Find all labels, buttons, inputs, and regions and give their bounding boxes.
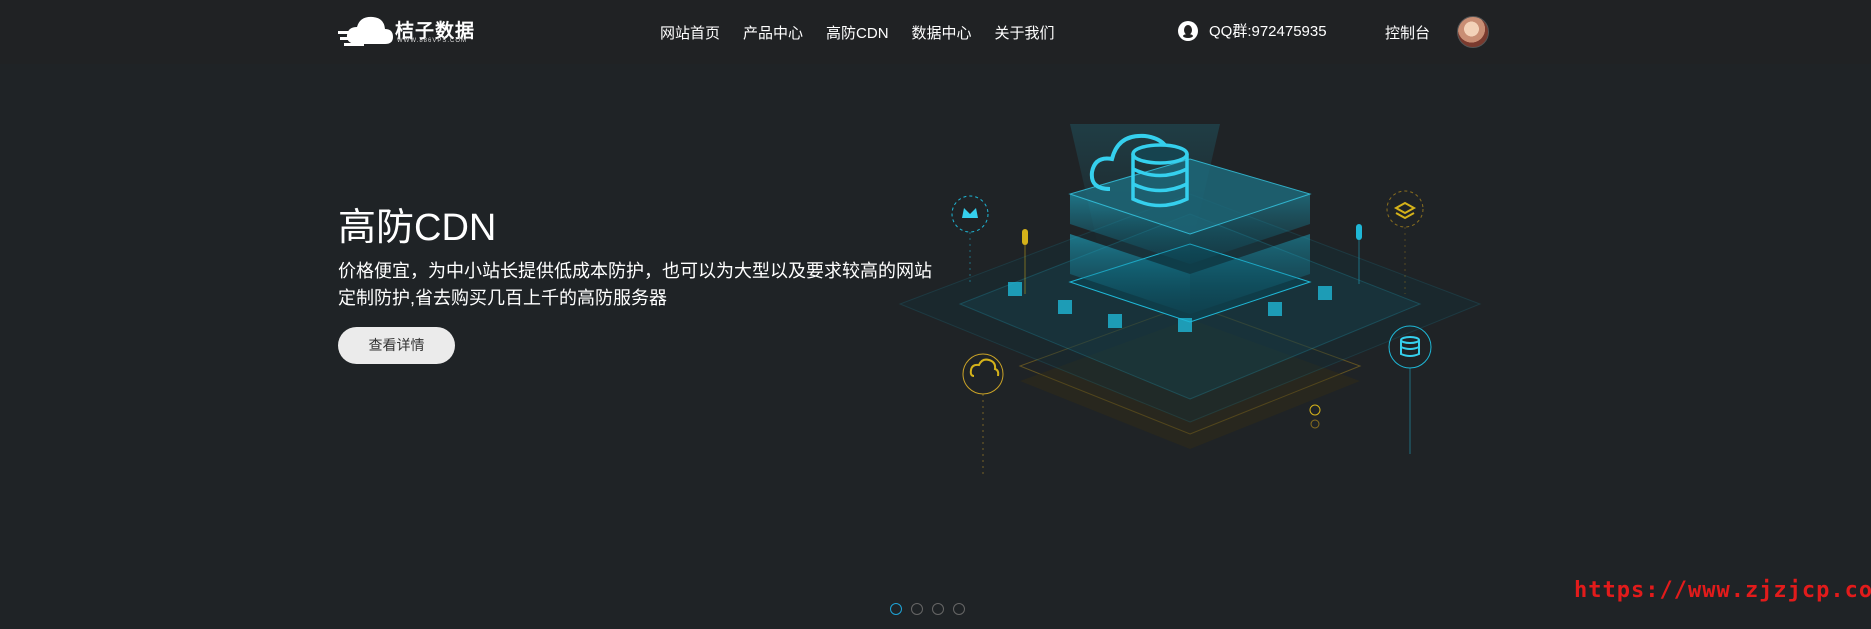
carousel-indicators xyxy=(890,603,965,615)
nav-home[interactable]: 网站首页 xyxy=(660,22,720,43)
console-link[interactable]: 控制台 xyxy=(1385,22,1430,43)
watermark-url: https://www.zjzjcp.com xyxy=(1574,578,1871,603)
qq-group-text: QQ群:972475935 xyxy=(1209,23,1327,40)
nav-products[interactable]: 产品中心 xyxy=(743,22,803,43)
qq-group[interactable]: QQ群:972475935 xyxy=(1178,20,1327,41)
carousel-dot-1[interactable] xyxy=(890,603,902,615)
hero-banner: 高防CDN 价格便宜，为中小站长提供低成本防护，也可以为大型以及要求较高的网站定… xyxy=(0,64,1871,629)
nav-cdn[interactable]: 高防CDN xyxy=(826,22,889,43)
avatar[interactable] xyxy=(1457,16,1489,48)
top-navbar: 桔子数据 WWW.886VPS.COM 网站首页 产品中心 高防CDN 数据中心… xyxy=(0,0,1871,64)
carousel-dot-3[interactable] xyxy=(932,603,944,615)
hero-description: 价格便宜，为中小站长提供低成本防护，也可以为大型以及要求较高的网站定制防护,省去… xyxy=(338,261,932,308)
nav-datacenter[interactable]: 数据中心 xyxy=(912,22,972,43)
carousel-dot-2[interactable] xyxy=(911,603,923,615)
logo-subtitle: WWW.886VPS.COM xyxy=(397,38,468,44)
cloud-server-illustration xyxy=(898,124,1482,474)
main-nav: 网站首页 产品中心 高防CDN 数据中心 关于我们 xyxy=(660,22,1055,43)
carousel-dot-4[interactable] xyxy=(953,603,965,615)
nav-about[interactable]: 关于我们 xyxy=(995,22,1055,43)
qq-icon xyxy=(1178,20,1198,41)
view-details-button[interactable]: 查看详情 xyxy=(338,327,455,364)
hero-title: 高防CDN xyxy=(338,207,497,249)
